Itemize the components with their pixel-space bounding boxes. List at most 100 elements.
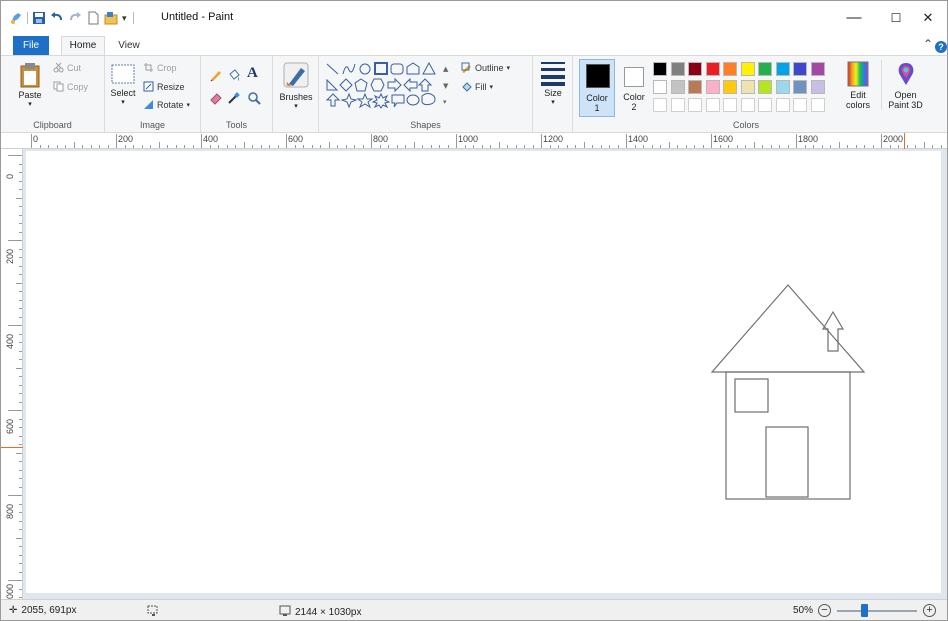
ruler-minor-tick xyxy=(634,145,636,148)
tab-file[interactable]: File xyxy=(13,36,49,55)
palette-swatch[interactable] xyxy=(810,62,825,76)
brushes-button[interactable]: Brushes ▾ xyxy=(277,60,315,112)
paint3d-label-1: Open xyxy=(894,90,917,100)
ruler-minor-tick xyxy=(294,145,296,148)
colors-group-label: Colors xyxy=(732,120,759,130)
paint-app-icon[interactable] xyxy=(9,11,23,25)
open-file-icon[interactable] xyxy=(104,11,118,25)
ruler-minor-tick xyxy=(99,145,100,148)
color2-button[interactable]: Color 2 xyxy=(618,59,650,117)
palette-swatch[interactable] xyxy=(723,80,737,94)
resize-button[interactable]: Resize xyxy=(143,81,185,92)
palette-swatch[interactable] xyxy=(705,80,720,94)
ruler-minor-tick xyxy=(762,145,763,148)
zoom-out-button[interactable]: − xyxy=(818,604,831,617)
pencil-icon[interactable] xyxy=(209,68,223,85)
ruler-minor-tick xyxy=(566,145,568,148)
palette-swatch[interactable] xyxy=(775,62,790,76)
new-file-icon[interactable] xyxy=(86,11,100,25)
undo-icon[interactable] xyxy=(50,11,64,25)
palette-swatch[interactable] xyxy=(758,80,772,94)
magnifier-icon[interactable] xyxy=(247,91,261,108)
open-paint3d-button[interactable]: Open Paint 3D xyxy=(881,60,929,110)
palette-custom-slot[interactable] xyxy=(670,98,685,112)
ruler-minor-tick xyxy=(736,145,738,148)
palette-custom-slot[interactable] xyxy=(723,98,737,112)
palette-swatch[interactable] xyxy=(670,62,685,76)
ruler-minor-tick xyxy=(192,145,194,148)
palette-swatch[interactable] xyxy=(653,80,667,94)
ruler-minor-tick xyxy=(107,145,109,148)
customize-qat-icon[interactable]: ▾ xyxy=(122,13,127,24)
palette-swatch[interactable] xyxy=(775,80,790,94)
palette-swatch[interactable] xyxy=(688,80,702,94)
ruler-label: 600 xyxy=(5,418,15,434)
copy-button[interactable]: Copy xyxy=(53,81,88,92)
ruler-minor-tick xyxy=(19,520,22,522)
color-picker-icon[interactable] xyxy=(227,91,241,108)
ruler-minor-tick xyxy=(923,142,925,148)
collapse-ribbon-icon[interactable]: ⌃ xyxy=(923,37,933,51)
palette-swatch[interactable] xyxy=(793,80,807,94)
tab-home[interactable]: Home xyxy=(61,36,105,56)
palette-custom-slot[interactable] xyxy=(688,98,702,112)
palette-swatch[interactable] xyxy=(810,80,825,94)
ruler-minor-tick xyxy=(19,248,22,250)
maximize-button[interactable]: ☐ xyxy=(881,7,911,29)
ruler-minor-tick xyxy=(19,571,22,573)
palette-custom-slot[interactable] xyxy=(810,98,825,112)
minimize-button[interactable]: — xyxy=(839,7,869,29)
zoom-in-button[interactable]: + xyxy=(923,604,936,617)
zoom-slider-track[interactable] xyxy=(837,610,917,612)
palette-custom-slot[interactable] xyxy=(653,98,667,112)
ruler-minor-tick xyxy=(813,145,814,148)
select-button[interactable]: Select ▾ xyxy=(107,62,139,108)
edit-colors-button[interactable]: Edit colors xyxy=(841,60,875,110)
drawing-canvas[interactable] xyxy=(26,151,941,593)
redo-icon[interactable] xyxy=(68,11,82,25)
palette-custom-slot[interactable] xyxy=(740,98,755,112)
paste-button[interactable]: Paste ▾ xyxy=(15,62,45,110)
palette-swatch[interactable] xyxy=(653,62,667,76)
fill-bucket-icon[interactable] xyxy=(227,68,241,85)
palette-custom-slot[interactable] xyxy=(775,98,790,112)
cut-button[interactable]: Cut xyxy=(53,62,81,73)
drawing-layer xyxy=(710,284,866,500)
ruler-minor-tick xyxy=(19,257,22,258)
ruler-major-tick xyxy=(8,240,22,241)
fill-button[interactable]: Fill ▾ xyxy=(461,81,493,92)
palette-swatch[interactable] xyxy=(688,62,702,76)
outline-button[interactable]: Outline ▾ xyxy=(461,62,510,73)
close-button[interactable]: ✕ xyxy=(913,7,943,29)
eraser-icon[interactable] xyxy=(209,91,223,108)
palette-swatch[interactable] xyxy=(740,80,755,94)
ruler-minor-tick xyxy=(19,163,22,165)
palette-swatch[interactable] xyxy=(793,62,807,76)
fill-label: Fill xyxy=(475,81,487,92)
size-button[interactable]: Size ▾ xyxy=(537,60,569,108)
ruler-minor-tick xyxy=(473,145,474,148)
palette-custom-slot[interactable] xyxy=(758,98,772,112)
ruler-minor-tick xyxy=(19,427,22,428)
palette-swatch[interactable] xyxy=(723,62,737,76)
rotate-button[interactable]: Rotate ▾ xyxy=(143,99,190,110)
palette-swatch[interactable] xyxy=(758,62,772,76)
rotate-label: Rotate xyxy=(157,99,184,110)
zoom-slider-thumb[interactable] xyxy=(860,604,868,617)
help-icon[interactable]: ? xyxy=(935,41,947,53)
crop-button[interactable]: Crop xyxy=(143,62,177,73)
shapes-gallery[interactable]: ▲ ▼ ▾ xyxy=(325,62,453,110)
palette-swatch[interactable] xyxy=(670,80,685,94)
tab-view[interactable]: View xyxy=(111,36,147,55)
crosshair-icon: ✛ xyxy=(9,605,18,616)
text-tool-icon[interactable]: A xyxy=(247,65,258,82)
palette-swatch[interactable] xyxy=(705,62,720,76)
palette-custom-slot[interactable] xyxy=(705,98,720,112)
save-icon[interactable] xyxy=(32,11,46,25)
color1-button[interactable]: Color 1 xyxy=(579,59,615,117)
workspace xyxy=(23,149,947,599)
ruler-label: 800 xyxy=(5,503,15,519)
palette-swatch[interactable] xyxy=(740,62,755,76)
palette-custom-slot[interactable] xyxy=(793,98,807,112)
ruler-minor-tick xyxy=(685,145,687,148)
